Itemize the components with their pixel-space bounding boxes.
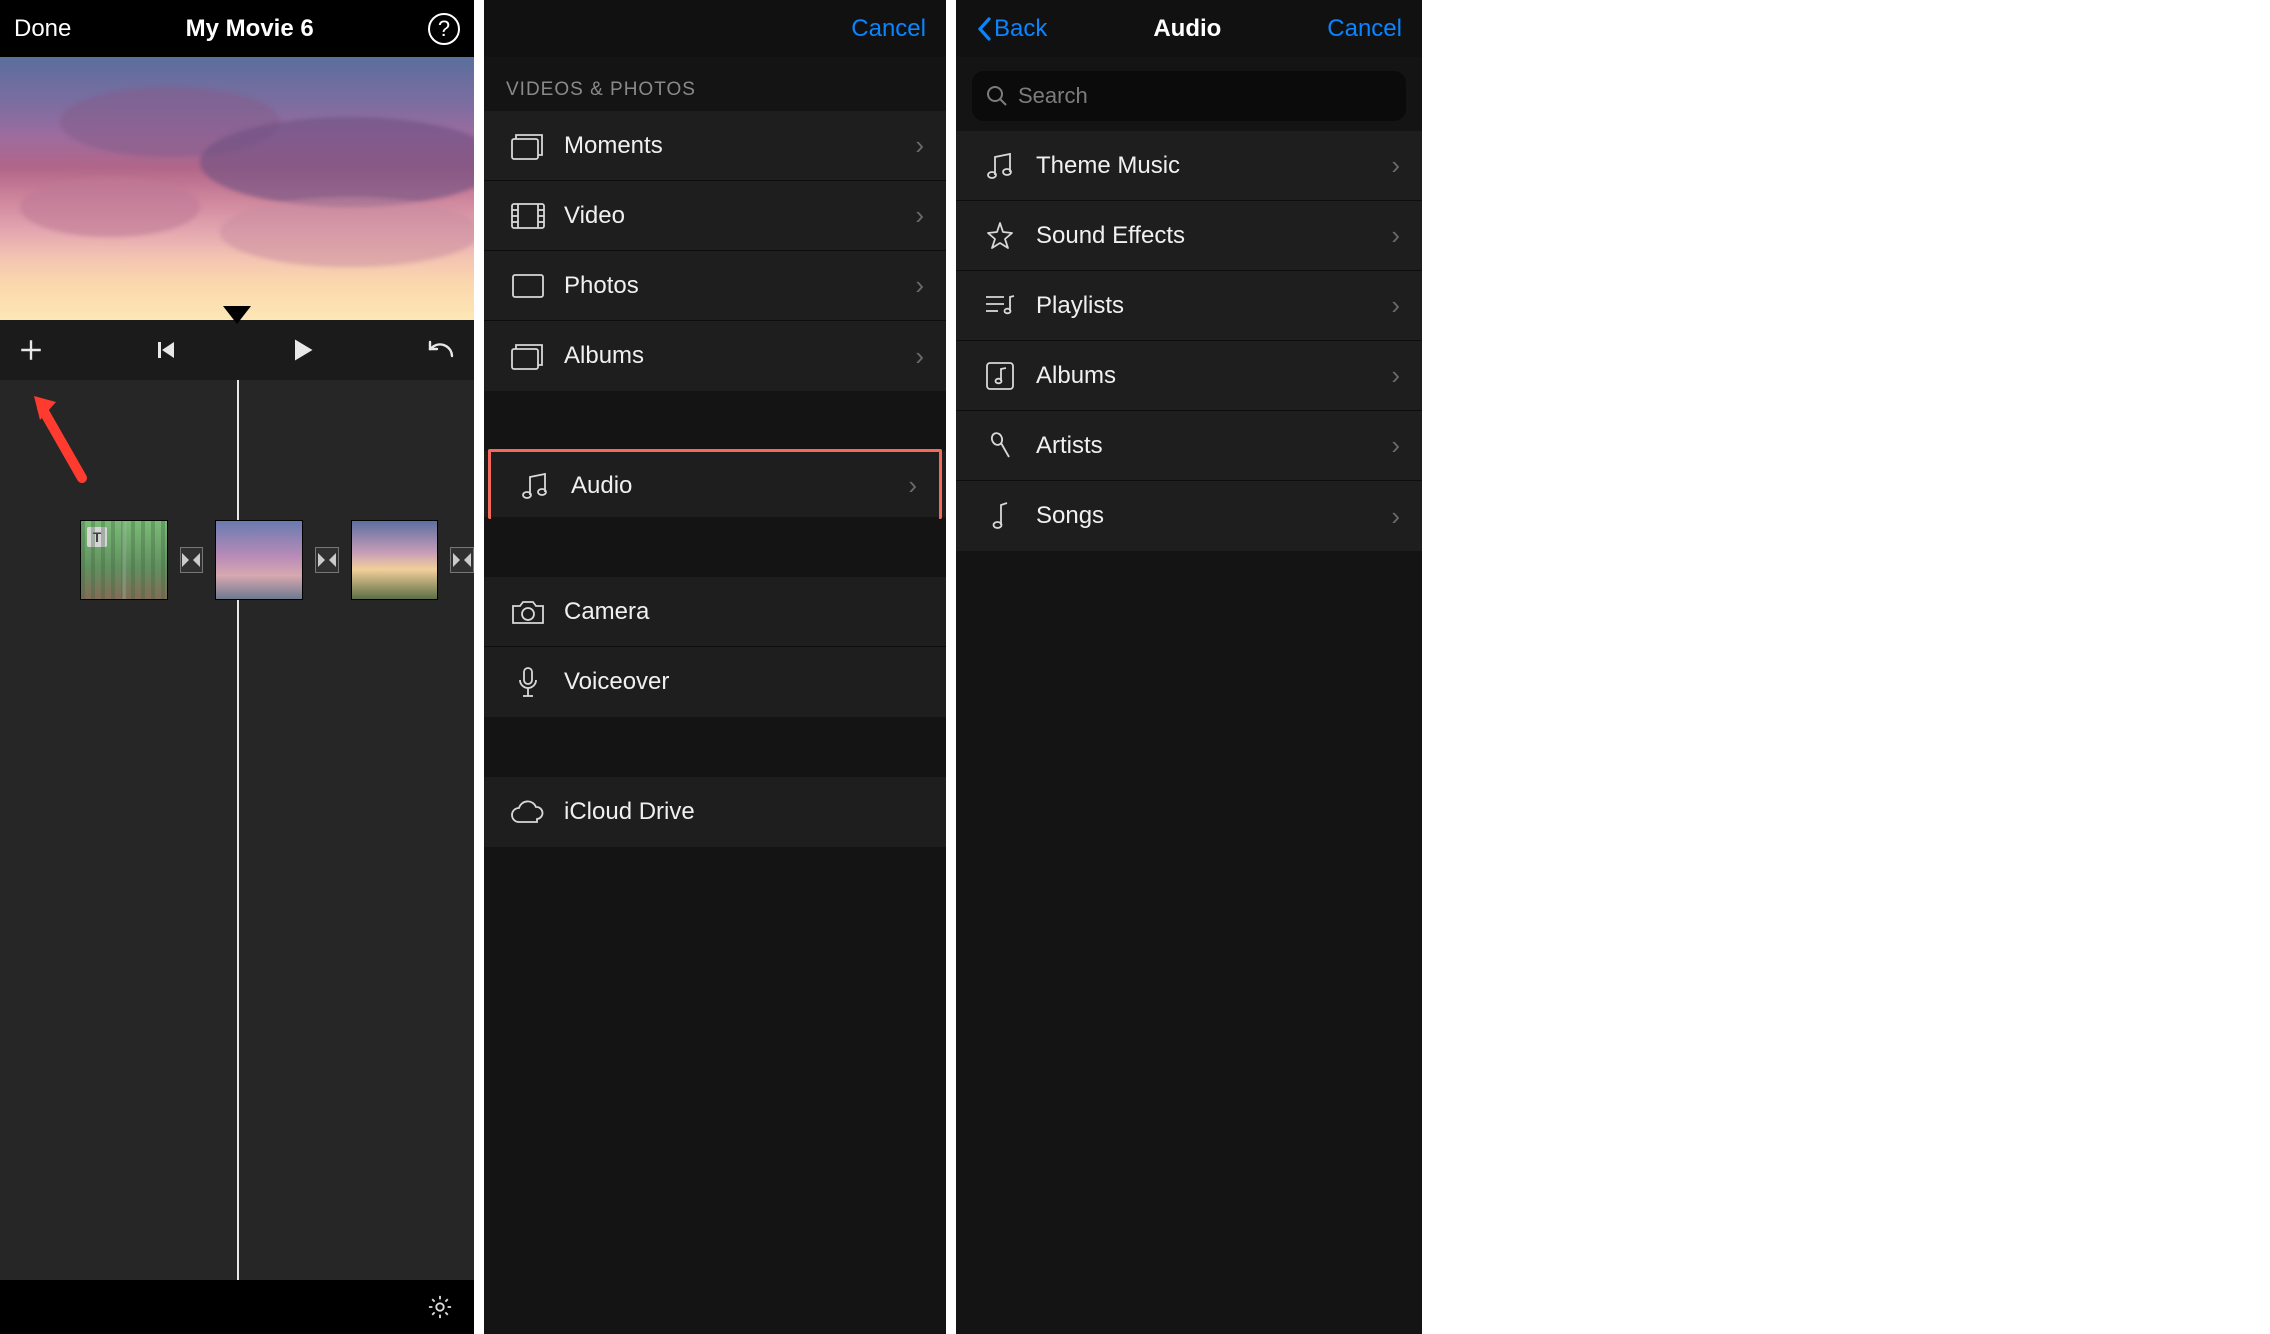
albums-icon bbox=[506, 342, 550, 370]
clip-row: T bbox=[0, 520, 474, 600]
audio-category-list: Theme Music › Sound Effects › Playlists … bbox=[956, 131, 1422, 551]
row-moments[interactable]: Moments › bbox=[484, 111, 946, 181]
chevron-right-icon: › bbox=[1391, 150, 1400, 181]
cancel-button[interactable]: Cancel bbox=[851, 15, 926, 43]
chevron-right-icon: › bbox=[1391, 360, 1400, 391]
editor-bottom-bar bbox=[0, 1280, 474, 1334]
capture-list-group: Camera Voiceover bbox=[484, 577, 946, 717]
video-icon bbox=[506, 203, 550, 229]
play-button[interactable] bbox=[288, 336, 316, 364]
transport-controls bbox=[0, 320, 474, 380]
row-songs[interactable]: Songs › bbox=[956, 481, 1422, 551]
back-button[interactable]: Back bbox=[976, 15, 1047, 43]
chevron-right-icon: › bbox=[1391, 501, 1400, 532]
timeline-clip[interactable] bbox=[351, 520, 439, 600]
chevron-right-icon: › bbox=[915, 341, 924, 372]
row-theme-music[interactable]: Theme Music › bbox=[956, 131, 1422, 201]
done-button[interactable]: Done bbox=[14, 15, 71, 43]
chevron-right-icon: › bbox=[1391, 430, 1400, 461]
row-label: Artists bbox=[1022, 432, 1391, 460]
undo-button[interactable] bbox=[426, 338, 456, 362]
row-label: Video bbox=[550, 202, 915, 230]
audio-panel: Back Audio Cancel Theme Music › Sound Ef… bbox=[956, 0, 1422, 1334]
microphone-icon bbox=[506, 666, 550, 698]
media-picker-top-bar: Cancel bbox=[484, 0, 946, 57]
row-label: Voiceover bbox=[550, 668, 924, 696]
transition-button[interactable] bbox=[180, 547, 204, 573]
row-label: Songs bbox=[1022, 502, 1391, 530]
project-title: My Movie 6 bbox=[186, 15, 314, 43]
row-label: Camera bbox=[550, 598, 924, 626]
row-photos[interactable]: Photos › bbox=[484, 251, 946, 321]
row-label: Albums bbox=[1022, 362, 1391, 390]
row-label: Audio bbox=[557, 472, 908, 500]
audio-top-bar: Back Audio Cancel bbox=[956, 0, 1422, 57]
chevron-right-icon: › bbox=[915, 200, 924, 231]
transition-button[interactable] bbox=[450, 547, 474, 573]
timeline-clip[interactable]: T bbox=[80, 520, 168, 600]
row-label: Photos bbox=[550, 272, 915, 300]
search-input[interactable] bbox=[1018, 83, 1392, 109]
chevron-right-icon: › bbox=[915, 270, 924, 301]
add-media-button[interactable] bbox=[18, 337, 44, 363]
row-video[interactable]: Video › bbox=[484, 181, 946, 251]
row-label: iCloud Drive bbox=[550, 798, 924, 826]
row-audio[interactable]: Audio › bbox=[488, 449, 942, 519]
audio-list-group: Audio › bbox=[484, 451, 946, 517]
help-icon[interactable]: ? bbox=[428, 13, 460, 45]
album-icon bbox=[978, 361, 1022, 391]
cancel-button[interactable]: Cancel bbox=[1327, 15, 1402, 43]
section-header-videos-photos: Videos & Photos bbox=[484, 57, 946, 111]
artists-icon bbox=[978, 431, 1022, 461]
row-label: Theme Music bbox=[1022, 152, 1391, 180]
row-label: Albums bbox=[550, 342, 915, 370]
photos-icon bbox=[506, 274, 550, 298]
back-label: Back bbox=[994, 15, 1047, 43]
moments-icon bbox=[506, 132, 550, 160]
media-list: Moments › Video › Photos › Albums › bbox=[484, 111, 946, 391]
camera-icon bbox=[506, 599, 550, 625]
editor-panel: Done My Movie 6 ? bbox=[0, 0, 474, 1334]
chevron-right-icon: › bbox=[1391, 290, 1400, 321]
row-label: Playlists bbox=[1022, 292, 1391, 320]
row-sound-effects[interactable]: Sound Effects › bbox=[956, 201, 1422, 271]
row-label: Sound Effects bbox=[1022, 222, 1391, 250]
playhead-marker-icon bbox=[223, 306, 251, 324]
icloud-list-group: iCloud Drive bbox=[484, 777, 946, 847]
row-camera[interactable]: Camera bbox=[484, 577, 946, 647]
title-badge: T bbox=[87, 527, 107, 547]
row-albums[interactable]: Albums › bbox=[484, 321, 946, 391]
settings-button[interactable] bbox=[426, 1293, 454, 1321]
chevron-right-icon: › bbox=[1391, 220, 1400, 251]
audio-icon bbox=[513, 471, 557, 501]
chevron-left-icon bbox=[976, 16, 992, 42]
skip-start-button[interactable] bbox=[154, 338, 178, 362]
sound-effects-icon bbox=[978, 221, 1022, 251]
playlists-icon bbox=[978, 293, 1022, 319]
timeline[interactable]: T bbox=[0, 380, 474, 1280]
search-field[interactable] bbox=[972, 71, 1406, 121]
editor-top-bar: Done My Movie 6 ? bbox=[0, 0, 474, 57]
row-voiceover[interactable]: Voiceover bbox=[484, 647, 946, 717]
row-label: Moments bbox=[550, 132, 915, 160]
audio-title: Audio bbox=[1153, 15, 1221, 43]
icloud-icon bbox=[506, 800, 550, 824]
search-wrap bbox=[956, 57, 1422, 131]
playhead-line bbox=[237, 380, 239, 1280]
row-artists[interactable]: Artists › bbox=[956, 411, 1422, 481]
video-preview[interactable] bbox=[0, 57, 474, 320]
search-icon bbox=[986, 85, 1008, 107]
row-icloud-drive[interactable]: iCloud Drive bbox=[484, 777, 946, 847]
media-picker-panel: Cancel Videos & Photos Moments › Video ›… bbox=[484, 0, 946, 1334]
chevron-right-icon: › bbox=[908, 470, 917, 501]
transition-button[interactable] bbox=[315, 547, 339, 573]
songs-icon bbox=[978, 501, 1022, 531]
theme-music-icon bbox=[978, 151, 1022, 181]
timeline-clip[interactable] bbox=[215, 520, 303, 600]
row-playlists[interactable]: Playlists › bbox=[956, 271, 1422, 341]
row-albums[interactable]: Albums › bbox=[956, 341, 1422, 411]
chevron-right-icon: › bbox=[915, 130, 924, 161]
annotation-arrow-icon bbox=[34, 396, 94, 486]
